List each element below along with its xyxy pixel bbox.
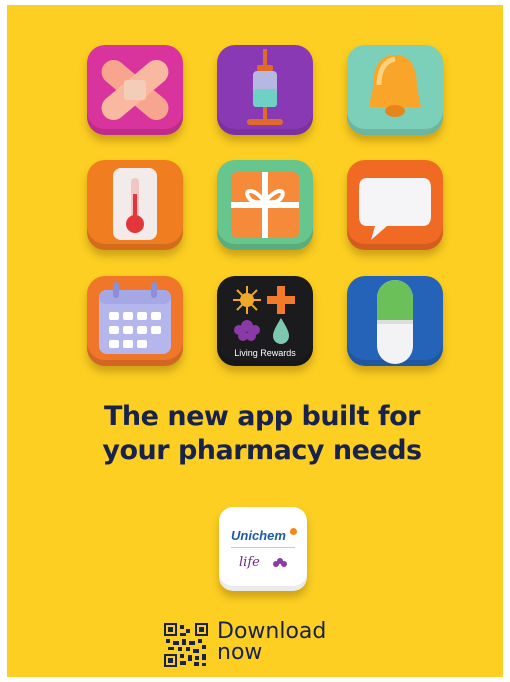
bandage-icon (87, 45, 183, 135)
qr-code-icon[interactable] (164, 623, 208, 667)
download-label-line-1[interactable]: Download (217, 621, 326, 643)
bell-icon (347, 45, 443, 135)
capsule-icon (347, 276, 443, 366)
app-logo-tile: Unichem life (219, 507, 307, 591)
living-rewards-icon: Living Rewards (217, 276, 313, 366)
headline-line-2: your pharmacy needs (102, 435, 422, 466)
poster-background: Living Rewards The new app built for you… (7, 5, 503, 677)
download-cta[interactable]: Download now (164, 617, 364, 667)
brand-name: Unichem (231, 528, 286, 543)
brand-sub-name: life (239, 555, 260, 570)
flower-icon (273, 558, 287, 567)
flower-icon (234, 320, 260, 341)
headline: The new app built for your pharmacy need… (7, 400, 510, 468)
living-rewards-label: Living Rewards (234, 348, 296, 358)
calendar-icon (87, 276, 183, 366)
headline-line-1: The new app built for (104, 401, 420, 432)
gift-icon (217, 160, 313, 250)
chat-bubble-icon (347, 160, 443, 250)
sun-icon (233, 286, 261, 314)
syringe-icon (217, 45, 313, 135)
thermometer-icon (87, 160, 183, 250)
brand-dot-icon (290, 528, 297, 535)
app-icon-grid: Living Rewards (83, 42, 445, 372)
drop-icon (273, 318, 289, 344)
download-label[interactable]: Download now (217, 621, 326, 664)
brand-divider (231, 547, 295, 548)
download-label-line-2[interactable]: now (217, 642, 326, 664)
cross-icon (267, 286, 295, 314)
